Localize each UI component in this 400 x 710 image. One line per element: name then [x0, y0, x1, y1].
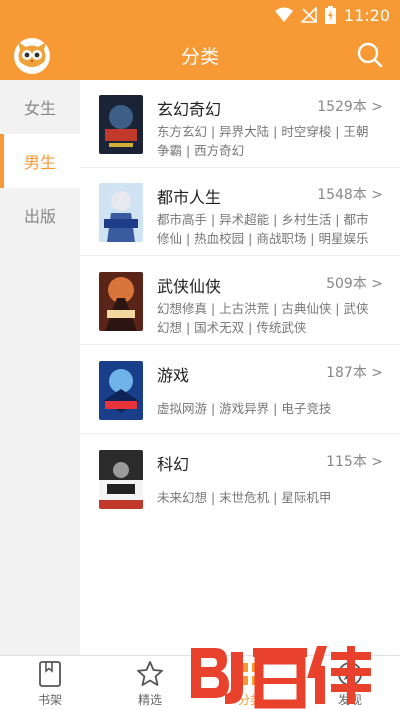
category-row-fantasy[interactable]: 玄幻奇幻 1529本 > 东方玄幻 | 异界大陆 | 时空穿梭 | 王朝争霸 |…: [80, 80, 400, 168]
tab-bookshelf[interactable]: 书架: [0, 656, 100, 710]
category-row-wuxia[interactable]: 武侠仙侠 509本 > 幻想修真 | 上古洪荒 | 古典仙侠 | 武侠幻想 | …: [80, 257, 400, 345]
category-subgenres: 东方玄幻 | 异界大陆 | 时空穿梭 | 王朝争霸 | 西方奇幻: [157, 124, 369, 158]
category-count: 1529本 >: [317, 99, 383, 115]
sidebar-item-label: 出版: [23, 207, 56, 226]
book-cover: [99, 361, 143, 420]
category-name: 科幻: [157, 455, 190, 474]
category-sidebar: 女生 男生 出版: [0, 80, 80, 655]
bookshelf-icon: [39, 661, 61, 687]
status-time: 11:20: [343, 5, 390, 25]
no-signal-icon: [300, 7, 317, 23]
category-count: 1548本 >: [317, 187, 383, 203]
status-icons: 11:20: [274, 5, 390, 25]
sidebar-item-male[interactable]: 男生: [0, 134, 80, 188]
category-row-scifi[interactable]: 科幻 115本 > 未来幻想 | 末世危机 | 星际机甲: [80, 435, 400, 523]
category-name: 游戏: [157, 366, 190, 385]
sidebar-item-female[interactable]: 女生: [0, 80, 80, 134]
book-cover: [99, 272, 143, 331]
category-row-urban[interactable]: 都市人生 1548本 > 都市高手 | 异术超能 | 乡村生活 | 都市修仙 |…: [80, 168, 400, 256]
category-row-games[interactable]: 游戏 187本 > 虚拟网游 | 游戏异界 | 电子竞技: [80, 346, 400, 434]
category-count: 115本 >: [326, 454, 383, 470]
app-bar: 分类: [0, 30, 400, 80]
star-icon: [137, 661, 163, 686]
category-subgenres: 虚拟网游 | 游戏异界 | 电子竞技: [157, 401, 332, 416]
status-bar: 11:20: [0, 0, 400, 30]
wifi-icon: [274, 7, 293, 22]
sidebar-item-publishing[interactable]: 出版: [0, 188, 80, 242]
category-subgenres: 都市高手 | 异术超能 | 乡村生活 | 都市修仙 | 热血校园 | 商战职场 …: [157, 212, 369, 246]
sidebar-item-label: 男生: [23, 153, 56, 172]
page-title: 分类: [180, 46, 219, 68]
book-cover: [99, 183, 143, 242]
sidebar-item-label: 女生: [23, 99, 56, 118]
category-list: 玄幻奇幻 1529本 > 东方玄幻 | 异界大陆 | 时空穿梭 | 王朝争霸 |…: [80, 80, 400, 655]
category-name: 玄幻奇幻: [157, 100, 222, 119]
category-subgenres: 幻想修真 | 上古洪荒 | 古典仙侠 | 武侠幻想 | 国术无双 | 传统武侠: [157, 301, 369, 335]
category-subgenres: 未来幻想 | 末世危机 | 星际机甲: [157, 490, 332, 505]
watermark-logo: [185, 638, 375, 710]
search-icon[interactable]: [356, 41, 384, 69]
category-count: 187本 >: [326, 365, 383, 381]
battery-charging-icon: [324, 6, 336, 24]
book-cover: [99, 95, 143, 154]
category-name: 都市人生: [157, 188, 222, 207]
category-count: 509本 >: [326, 276, 383, 292]
tab-label: 书架: [37, 693, 62, 707]
book-cover: [99, 450, 143, 509]
category-name: 武侠仙侠: [157, 277, 222, 296]
